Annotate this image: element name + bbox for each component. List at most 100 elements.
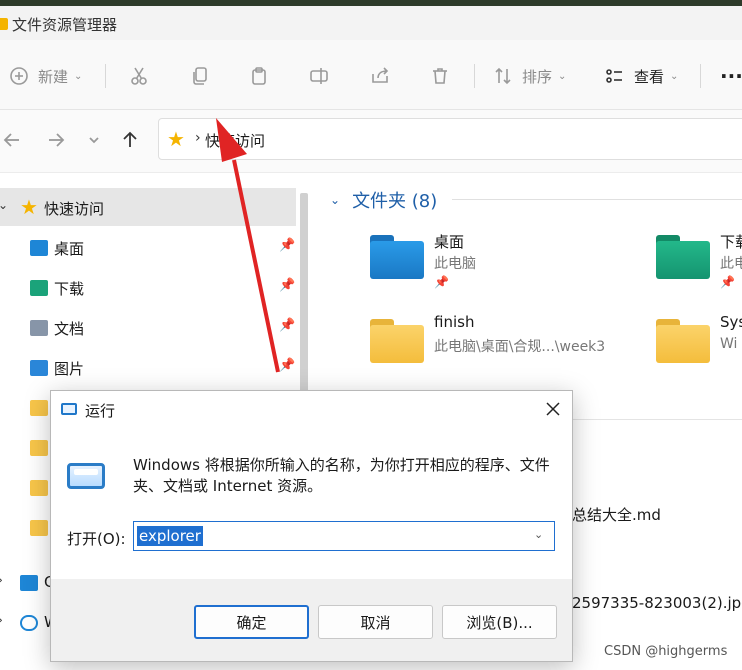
back-button[interactable]: [0, 128, 24, 152]
chevron-down-icon: ⌄: [330, 193, 341, 207]
address-bar[interactable]: ★ › 快速访问: [158, 118, 742, 160]
copy-button[interactable]: [189, 62, 211, 90]
run-large-icon: [67, 463, 105, 489]
download-folder-icon: [30, 280, 48, 296]
folder-name: finish: [434, 313, 475, 331]
sidebar-item-documents[interactable]: 文档 📌: [0, 308, 296, 346]
folder-name: Sys: [720, 313, 742, 331]
chevron-down-icon: ⌄: [558, 70, 567, 82]
window-titlebar[interactable]: 文件资源管理器: [0, 6, 742, 40]
sidebar-item-label: 桌面: [54, 240, 85, 258]
view-list-icon: [604, 65, 626, 87]
download-folder-icon: [656, 235, 710, 279]
toolbar-divider: [700, 64, 701, 88]
divider: [452, 199, 742, 200]
folder-location: 此电脑\桌面\合规...\week3: [434, 339, 606, 355]
sidebar-item-label: 下载: [54, 280, 85, 298]
chevron-down-icon: ⌄: [74, 70, 83, 82]
run-description: Windows 将根据你所输入的名称，为你打开相应的程序、文件夹、文档或 Int…: [133, 456, 550, 495]
pin-icon[interactable]: 📌: [279, 358, 295, 373]
chevron-right-icon[interactable]: ›: [0, 573, 3, 587]
ok-button[interactable]: 确定: [194, 605, 309, 639]
toolbar-divider: [105, 64, 106, 88]
sidebar-item-label: 文档: [54, 320, 85, 338]
pin-icon[interactable]: 📌: [279, 278, 295, 293]
close-icon: [546, 402, 560, 416]
plus-circle-icon: [8, 65, 30, 87]
share-button[interactable]: [369, 62, 391, 90]
file-explorer-icon: [0, 18, 8, 30]
chevron-right-icon[interactable]: ›: [0, 613, 3, 627]
documents-folder-icon: [30, 320, 48, 336]
folder-location: Wi: [720, 336, 738, 352]
sort-label: 排序: [522, 67, 553, 86]
cloud-icon: [20, 615, 38, 631]
breadcrumb-separator: ›: [195, 130, 201, 146]
watermark: CSDN @highgerms: [604, 644, 728, 659]
close-button[interactable]: [541, 397, 565, 421]
group-title: 文件夹 (8): [352, 191, 438, 212]
sidebar-item-quick-access[interactable]: ⌄ ★ 快速访问: [0, 188, 296, 226]
folder-location: 此电脑: [720, 256, 742, 272]
open-field-label: 打开(O):: [67, 530, 126, 548]
run-app-icon: [61, 403, 77, 415]
chevron-down-icon[interactable]: ⌄: [0, 198, 8, 212]
folder-name: 桌面: [434, 233, 465, 251]
desktop-folder-icon: [30, 240, 48, 256]
open-input-value[interactable]: explorer: [137, 526, 203, 546]
paste-button[interactable]: [248, 62, 270, 90]
browse-button[interactable]: 浏览(B)...: [442, 605, 557, 639]
view-label: 查看: [634, 67, 665, 86]
copy-icon: [189, 65, 211, 87]
chevron-down-icon[interactable]: ⌄: [534, 528, 543, 541]
sidebar-item-downloads[interactable]: 下载 📌: [0, 268, 296, 306]
window-title: 文件资源管理器: [12, 16, 118, 34]
folder-icon: [30, 440, 48, 456]
run-dialog-titlebar[interactable]: 运行: [51, 391, 572, 427]
run-dialog-footer: 确定 取消 浏览(B)...: [51, 579, 572, 661]
star-icon: ★: [20, 195, 38, 219]
pin-icon: 📌: [720, 275, 735, 289]
pin-icon[interactable]: 📌: [279, 318, 295, 333]
sidebar-item-label: 图片: [54, 360, 85, 378]
folder-icon: [30, 480, 48, 496]
rename-icon: [308, 65, 330, 87]
arrow-up-icon: [123, 131, 137, 147]
sidebar-item-pictures[interactable]: 图片 📌: [0, 348, 296, 386]
forward-button[interactable]: [44, 128, 68, 152]
breadcrumb-quick-access[interactable]: 快速访问: [205, 130, 265, 151]
sidebar-item-desktop[interactable]: 桌面 📌: [0, 228, 296, 266]
new-button[interactable]: 新建 ⌄: [8, 62, 82, 90]
chevron-down-icon: [89, 137, 99, 144]
drive-icon: [20, 575, 38, 591]
pin-icon[interactable]: 📌: [279, 238, 295, 253]
open-combobox[interactable]: explorer ⌄: [133, 521, 555, 551]
sort-arrows-icon: [492, 65, 514, 87]
cut-button[interactable]: [128, 62, 150, 90]
sidebar-item-label: 快速访问: [44, 200, 105, 218]
recent-file-name[interactable]: 总结大全.md: [572, 504, 661, 525]
scissors-icon: [128, 65, 150, 87]
star-icon: ★: [167, 127, 185, 151]
clipboard-icon: [248, 65, 270, 87]
recent-file-name[interactable]: 2597335-823003(2).jpg: [572, 594, 742, 612]
folder-icon: [30, 400, 48, 416]
more-options-button[interactable]: ···: [720, 62, 742, 90]
folder-icon: [370, 319, 424, 363]
sort-button[interactable]: 排序 ⌄: [492, 62, 566, 90]
share-icon: [369, 65, 391, 87]
arrow-right-icon: [49, 133, 65, 147]
folders-group-header[interactable]: ⌄ 文件夹 (8): [330, 187, 437, 213]
recent-locations-button[interactable]: [82, 128, 106, 152]
pin-icon: 📌: [434, 275, 449, 289]
rename-button[interactable]: [308, 62, 330, 90]
trash-icon: [429, 65, 451, 87]
command-bar: 新建 ⌄ 排序 ⌄ 查看 ⌄ ···: [0, 40, 742, 110]
folder-icon: [30, 520, 48, 536]
arrow-left-icon: [3, 133, 19, 147]
cancel-button[interactable]: 取消: [318, 605, 433, 639]
delete-button[interactable]: [429, 62, 451, 90]
up-button[interactable]: [118, 128, 142, 152]
view-button[interactable]: 查看 ⌄: [604, 62, 678, 90]
pictures-folder-icon: [30, 360, 48, 376]
